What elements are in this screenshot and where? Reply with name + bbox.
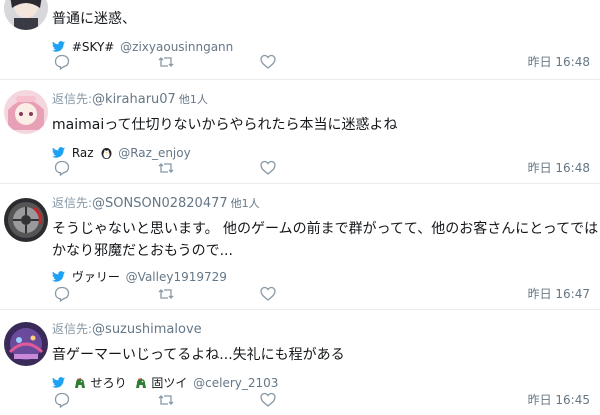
screen-name[interactable]: @Valley1919729 <box>126 270 227 284</box>
reply-to-line: 返信先:@suzushimalove <box>52 320 590 338</box>
source-name-suffix: 固ツイ <box>151 376 188 390</box>
tweet-time[interactable]: 昨日 16:45 <box>528 391 590 408</box>
reply-icon[interactable] <box>54 54 70 70</box>
retweet-icon[interactable] <box>158 392 174 408</box>
tweet-text-line-1: そうじゃないと思います。 他のゲームの前まで群がってて、他のお客さんにとってでは <box>52 221 599 237</box>
tweet-text: そうじゃないと思います。 他のゲームの前まで群がってて、他のお客さんにとってでは… <box>52 218 599 262</box>
screen-name[interactable]: @celery_2103 <box>193 376 278 390</box>
tweet-1[interactable]: 普通に迷惑、 #SKY# @zixyaousinngann 昨日 16:48 <box>0 0 600 80</box>
twitter-bird-icon <box>52 377 65 388</box>
avatar[interactable] <box>4 0 48 30</box>
twitter-bird-icon <box>52 271 65 282</box>
tweet-2[interactable]: 返信先:@kiraharu07 他1人 maimaiって仕切りないからやられたら本… <box>0 80 600 184</box>
tweet-text: maimaiって仕切りないからやられたら本当に迷惑よね <box>52 117 398 133</box>
like-icon[interactable] <box>260 392 276 408</box>
reply-to-line: 返信先:@kiraharu07 他1人 <box>52 90 590 108</box>
tweet-text-line-2: かなり邪魔だとおもうので... <box>52 243 233 259</box>
source-name: せろり <box>90 376 127 390</box>
avatar[interactable] <box>4 90 48 134</box>
like-icon[interactable] <box>260 286 276 302</box>
retweet-icon[interactable] <box>158 54 174 70</box>
avatar[interactable] <box>4 198 48 242</box>
tweet-time[interactable]: 昨日 16:48 <box>528 53 590 70</box>
tweet-4[interactable]: 返信先:@suzushimalove 音ゲーマーいじってるよね...失礼にも程が… <box>0 310 600 415</box>
reply-icon[interactable] <box>54 392 70 408</box>
tweet-text: 普通に迷惑、 <box>52 11 136 27</box>
reply-to-handle[interactable]: @kiraharu07 <box>92 92 176 107</box>
reply-icon[interactable] <box>54 160 70 176</box>
reply-more[interactable]: 他1人 <box>231 197 260 210</box>
avatar[interactable] <box>4 322 48 366</box>
like-icon[interactable] <box>260 54 276 70</box>
source-name: ヴァリー <box>71 270 120 284</box>
tweet-time[interactable]: 昨日 16:47 <box>528 285 590 302</box>
retweet-icon[interactable] <box>158 286 174 302</box>
twitter-bird-icon <box>52 147 65 158</box>
reply-to-handle[interactable]: @suzushimalove <box>92 322 202 337</box>
twitter-bird-icon <box>52 41 65 52</box>
like-icon[interactable] <box>260 160 276 176</box>
reply-to-handle[interactable]: @SONSON02820477 <box>92 196 228 211</box>
tweet-text: 音ゲーマーいじってるよね...失礼にも程がある <box>52 347 345 363</box>
reply-to-line: 返信先:@SONSON02820477 他1人 <box>52 194 590 212</box>
reply-icon[interactable] <box>54 286 70 302</box>
retweet-icon[interactable] <box>158 160 174 176</box>
reply-prefix: 返信先: <box>52 196 93 210</box>
tweet-time[interactable]: 昨日 16:48 <box>528 159 590 176</box>
tweet-3[interactable]: 返信先:@SONSON02820477 他1人 そうじゃないと思います。 他のゲー… <box>0 184 600 310</box>
reply-prefix: 返信先: <box>52 322 93 336</box>
reply-more[interactable]: 他1人 <box>179 93 208 106</box>
dinosaur-emoji-icon <box>74 377 85 388</box>
reply-prefix: 返信先: <box>52 92 93 106</box>
dinosaur-emoji-icon <box>135 377 146 388</box>
